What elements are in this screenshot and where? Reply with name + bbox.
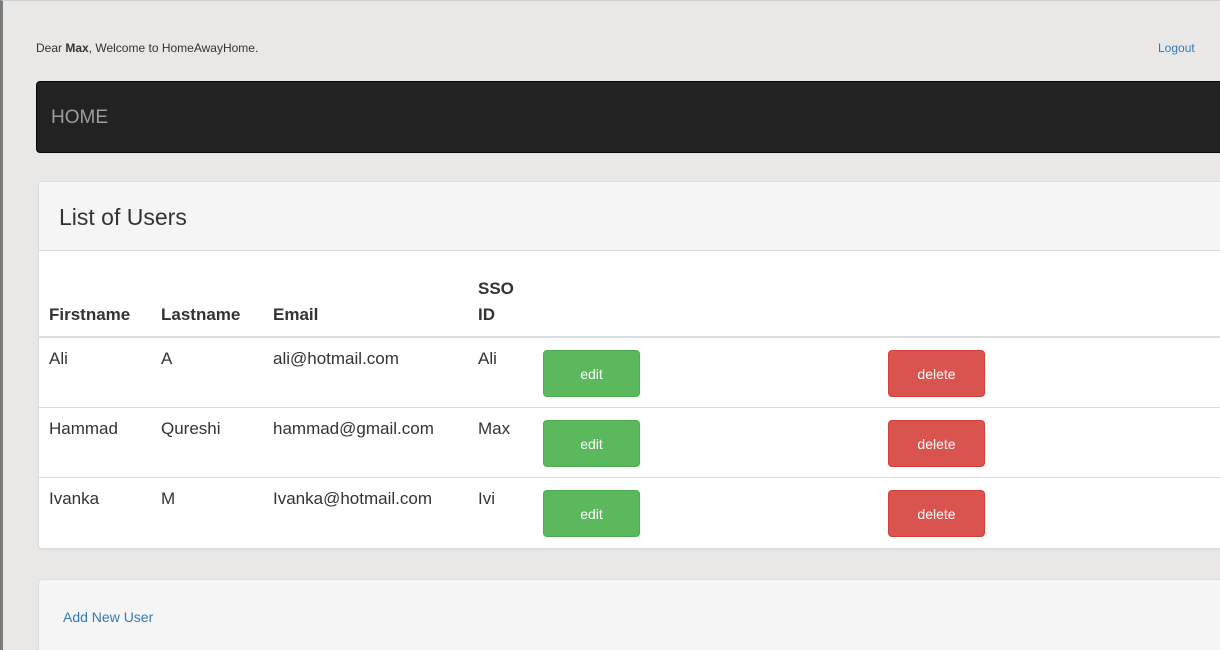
cell-email: ali@hotmail.com: [273, 349, 399, 368]
cell-sso-id: Ali: [478, 349, 497, 368]
greeting-prefix: Dear: [36, 41, 66, 55]
table-row: Hammad Qureshi hammad@gmail.com Max edit…: [39, 406, 1220, 477]
navbar-brand-home[interactable]: HOME: [51, 107, 108, 129]
navbar: HOME: [36, 81, 1220, 153]
users-panel: List of Users Firstname Lastname Email S…: [38, 181, 1220, 549]
add-new-user-link[interactable]: Add New User: [63, 609, 153, 625]
column-header-edit: [533, 251, 878, 338]
greeting-user-name: Max: [65, 41, 89, 55]
users-panel-heading: List of Users: [39, 182, 1220, 251]
cell-lastname: A: [161, 349, 173, 368]
column-header-delete: [878, 251, 1220, 338]
cell-lastname: M: [151, 476, 263, 547]
edit-button[interactable]: edit: [543, 419, 640, 467]
cell-delete: delete: [878, 476, 1220, 547]
column-header-lastname: Lastname: [151, 251, 263, 338]
column-header-email: Email: [263, 251, 468, 338]
cell-email: hammad@gmail.com: [263, 406, 468, 477]
column-header-firstname: Firstname: [39, 251, 151, 338]
delete-button[interactable]: delete: [888, 350, 985, 397]
logout-link[interactable]: Logout: [1158, 41, 1195, 55]
greeting-suffix: , Welcome to HomeAwayHome.: [88, 41, 259, 55]
users-table: Firstname Lastname Email SSO ID Ali A al…: [39, 251, 1220, 547]
cell-edit: edit: [533, 337, 878, 407]
cell-email: Ivanka@hotmail.com: [263, 476, 468, 547]
cell-delete: delete: [878, 406, 1220, 477]
edit-button[interactable]: edit: [543, 350, 640, 397]
table-row: Ali A ali@hotmail.com Ali edit delete: [39, 337, 1220, 407]
cell-sso-id: Max: [468, 406, 533, 477]
page: Dear Max, Welcome to HomeAwayHome. Logou…: [0, 0, 1220, 650]
cell-lastname: Qureshi: [151, 406, 263, 477]
column-header-sso-id: SSO ID: [468, 251, 533, 338]
cell-edit: edit: [533, 406, 878, 477]
table-row: Ivanka M Ivanka@hotmail.com Ivi edit del…: [39, 476, 1220, 547]
panel-title: List of Users: [59, 204, 187, 230]
footer-panel: Add New User: [38, 579, 1220, 650]
delete-button[interactable]: delete: [888, 489, 985, 537]
table-header-row: Firstname Lastname Email SSO ID: [39, 251, 1220, 338]
delete-button[interactable]: delete: [888, 419, 985, 467]
cell-edit: edit: [533, 476, 878, 547]
edit-button[interactable]: edit: [543, 489, 640, 537]
cell-sso-id: Ivi: [468, 476, 533, 547]
cell-firstname: Ali: [49, 349, 68, 368]
cell-firstname: Ivanka: [39, 476, 151, 547]
cell-firstname: Hammad: [39, 406, 151, 477]
cell-delete: delete: [878, 337, 1220, 407]
welcome-message: Dear Max, Welcome to HomeAwayHome.: [36, 41, 258, 55]
